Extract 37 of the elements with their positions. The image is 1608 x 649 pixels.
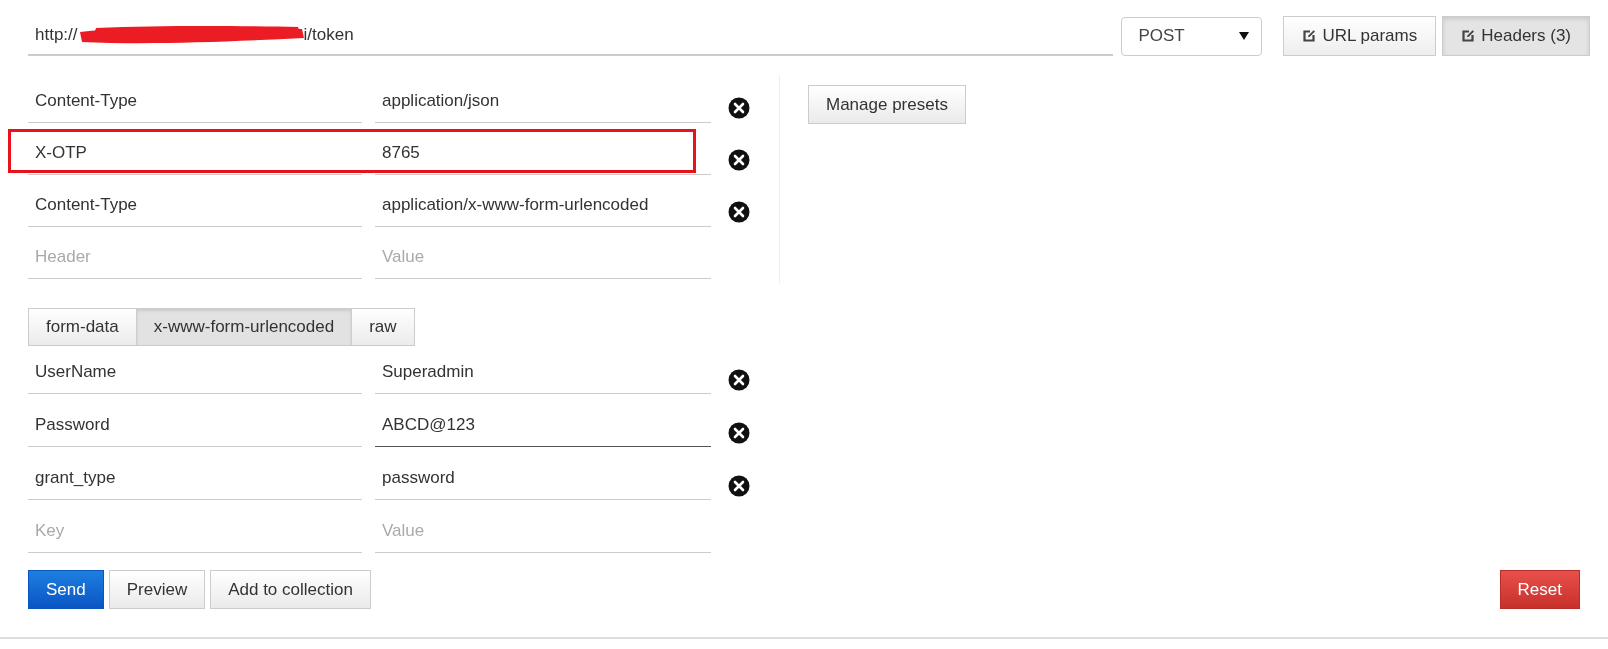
remove-icon[interactable]	[728, 201, 750, 223]
remove-icon[interactable]	[728, 97, 750, 119]
key-field[interactable]: Password	[28, 404, 362, 447]
key-field[interactable]: UserName	[28, 351, 362, 394]
header-field[interactable]: Content-Type	[28, 79, 362, 123]
value-field[interactable]: application/x-www-form-urlencoded	[375, 183, 711, 227]
value-field[interactable]: 8765	[375, 131, 711, 175]
header-field[interactable]: X-OTP	[28, 131, 362, 175]
value-field[interactable]: Value	[375, 235, 711, 279]
value-field[interactable]: Superadmin	[375, 351, 711, 394]
value-field[interactable]: application/json	[375, 79, 711, 123]
header-field[interactable]: Content-Type	[28, 183, 362, 227]
remove-icon[interactable]	[728, 421, 750, 444]
value-field[interactable]: password	[375, 457, 711, 500]
action-button[interactable]: Add to collection	[210, 570, 371, 609]
caret-icon	[1239, 32, 1250, 40]
toggle-button[interactable]: URL params	[1283, 16, 1437, 56]
key-field[interactable]: grant_type	[28, 457, 362, 500]
body-type-tab[interactable]: form-data	[28, 308, 137, 346]
body-type-tab[interactable]: x-www-form-urlencoded	[135, 308, 353, 346]
url-field[interactable]: http:// i/token	[28, 16, 1114, 56]
send-button[interactable]: Send	[28, 570, 104, 609]
remove-icon[interactable]	[728, 474, 750, 497]
value-field[interactable]: ABCD@123	[375, 404, 711, 447]
remove-icon[interactable]	[728, 368, 750, 391]
key-field[interactable]: Key	[28, 510, 362, 553]
method-select[interactable]: POST	[1121, 16, 1263, 56]
remove-icon[interactable]	[728, 149, 750, 171]
toggle-button[interactable]: Headers (3)	[1442, 16, 1590, 56]
value-field[interactable]: Value	[375, 510, 711, 553]
edit-icon	[1302, 29, 1317, 43]
reset-button[interactable]: Reset	[1499, 570, 1580, 609]
body-type-tab[interactable]: raw	[351, 308, 415, 346]
action-button[interactable]: Preview	[108, 570, 206, 609]
edit-icon	[1461, 29, 1476, 43]
manage-presets-button[interactable]: Manage presets	[808, 85, 966, 124]
header-field[interactable]: Header	[28, 235, 362, 279]
